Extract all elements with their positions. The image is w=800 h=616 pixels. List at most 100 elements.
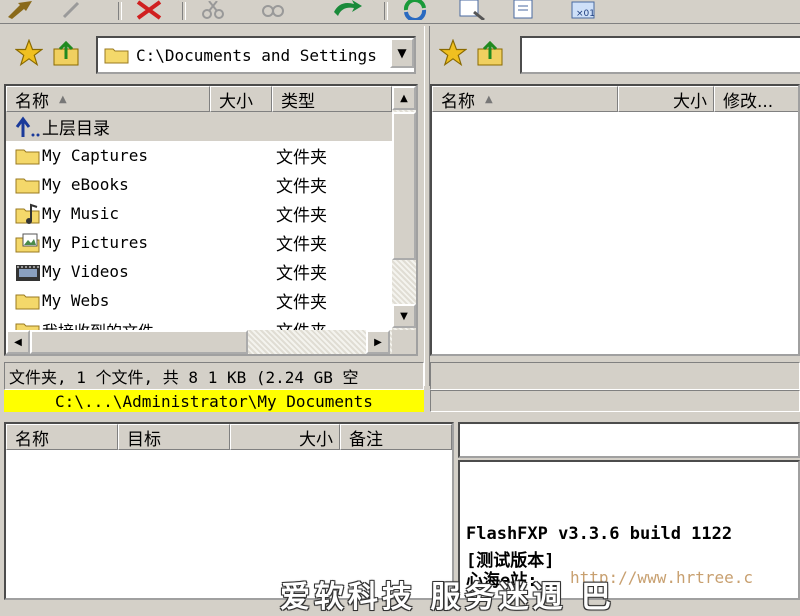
left-col-name[interactable]: 名称 ▲: [6, 86, 210, 112]
item-name: My Captures: [42, 146, 148, 165]
edit-button[interactable]: [506, 0, 540, 20]
star-icon: [15, 39, 43, 67]
left-address-bar: C:\Documents and Settings ▼: [0, 26, 424, 82]
command-input[interactable]: [458, 422, 800, 458]
left-hscroll-thumb[interactable]: [30, 330, 248, 354]
left-status-text: 文件夹, 1 个文件, 共 8 1 KB (2.24 GB 空: [9, 368, 359, 387]
item-name: My Pictures: [42, 233, 148, 252]
item-name: My Videos: [42, 262, 129, 281]
cut-button[interactable]: [196, 0, 230, 20]
list-item[interactable]: My eBooks 文件夹: [6, 170, 392, 199]
magnify-icon: [459, 0, 485, 20]
left-path-dropdown-button[interactable]: ▼: [390, 38, 414, 68]
left-col-name-label: 名称: [15, 91, 49, 112]
folder-icon: [14, 144, 42, 168]
arrow-up-icon: ▲: [400, 92, 408, 104]
folder-up-icon: [53, 40, 79, 66]
list-item[interactable]: My Music 文件夹: [6, 199, 392, 228]
left-vertical-scrollbar[interactable]: ▲ ▼: [392, 86, 416, 330]
document-edit-icon: [513, 0, 533, 19]
folder-icon: [104, 48, 129, 64]
red-x-icon: [136, 0, 162, 20]
scroll-down-button[interactable]: ▼: [392, 304, 416, 328]
queue-col-target-label: 目标: [127, 429, 161, 450]
item-type: 文件夹: [276, 177, 327, 197]
item-name: 我接收到的文件: [42, 318, 154, 331]
queue-col-size-label: 大小: [299, 429, 333, 450]
item-name: My Music: [42, 204, 120, 223]
right-path-combo[interactable]: [520, 36, 800, 74]
list-item[interactable]: My Videos 文件夹: [6, 257, 392, 286]
refresh-button[interactable]: [398, 0, 432, 20]
left-path-text: C:\Documents and Settings: [136, 45, 377, 65]
scroll-left-button[interactable]: ◀: [6, 330, 30, 354]
connect-button[interactable]: [4, 0, 38, 20]
right-col-name-label: 名称: [441, 91, 475, 112]
queue-col-target[interactable]: 目标: [118, 424, 230, 450]
left-scroll-thumb[interactable]: [392, 112, 416, 260]
left-up-button[interactable]: [50, 36, 84, 70]
left-current-path: C:\...\Administrator\My Documents: [4, 390, 424, 412]
view-log-button[interactable]: [456, 0, 490, 20]
right-address-bar: [430, 26, 800, 82]
queue-col-note[interactable]: 备注: [340, 424, 452, 450]
list-item[interactable]: My Captures 文件夹: [6, 141, 392, 170]
list-item[interactable]: 上层目录: [6, 112, 392, 141]
scroll-up-button[interactable]: ▲: [392, 86, 416, 110]
list-item[interactable]: 我接收到的文件 文件夹: [6, 315, 392, 330]
quick-connect-button[interactable]: [56, 0, 90, 20]
right-col-modified[interactable]: 修改...: [714, 86, 798, 112]
item-name: 上层目录: [42, 119, 110, 139]
document-info-icon: ×01: [571, 1, 595, 19]
up-folder-icon: [14, 115, 42, 139]
wand-icon: [62, 1, 80, 19]
queue-col-name-label: 名称: [15, 429, 49, 450]
right-status-bar: [430, 362, 800, 390]
log-line: FlashFXP v3.3.6 build 1122: [466, 524, 733, 544]
scissors-icon: [202, 1, 224, 19]
info-button[interactable]: ×01: [566, 0, 600, 20]
sort-up-icon: ▲: [485, 93, 493, 105]
folder-icon: [14, 289, 42, 313]
transfer-button[interactable]: [330, 0, 364, 20]
right-col-name[interactable]: 名称 ▲: [432, 86, 618, 112]
video-folder-icon: [14, 260, 42, 284]
link-button[interactable]: [256, 0, 290, 20]
green-arrows-icon: [334, 0, 362, 16]
right-col-size-label: 大小: [673, 91, 707, 112]
item-type: 文件夹: [276, 264, 327, 284]
disconnect-button[interactable]: [132, 0, 166, 20]
left-file-list: 名称 ▲ 大小 类型 上层目录 My Captures 文件夹 My eBook…: [4, 84, 418, 356]
queue-col-note-label: 备注: [349, 429, 383, 450]
left-path-combo[interactable]: C:\Documents and Settings ▼: [96, 36, 416, 74]
star-icon: [439, 39, 467, 67]
right-file-list: 名称 ▲ 大小 修改...: [430, 84, 800, 356]
right-up-button[interactable]: [474, 36, 508, 70]
scroll-right-button[interactable]: ▶: [366, 330, 390, 354]
item-name: My eBooks: [42, 175, 129, 194]
queue-col-size[interactable]: 大小: [230, 424, 340, 450]
left-col-size[interactable]: 大小: [210, 86, 272, 112]
arrow-right-icon: ▶: [374, 336, 382, 348]
right-col-size[interactable]: 大小: [618, 86, 714, 112]
item-type: 文件夹: [276, 317, 327, 330]
item-name: My Webs: [42, 291, 110, 310]
left-rows: 上层目录 My Captures 文件夹 My eBooks 文件夹 My Mu…: [6, 112, 392, 330]
right-favorites-button[interactable]: [436, 36, 470, 70]
left-horizontal-scrollbar[interactable]: ◀ ▶: [6, 330, 392, 354]
left-favorites-button[interactable]: [12, 36, 46, 70]
queue-col-name[interactable]: 名称: [6, 424, 118, 450]
music-folder-icon: [14, 202, 42, 226]
refresh-icon: [403, 0, 427, 20]
chevron-down-icon: ▼: [397, 46, 407, 60]
chain-icon: [262, 5, 284, 17]
item-type: 文件夹: [276, 206, 327, 226]
lightning-icon: [8, 1, 32, 19]
list-item[interactable]: My Webs 文件夹: [6, 286, 392, 315]
left-status-bar: 文件夹, 1 个文件, 共 8 1 KB (2.24 GB 空: [4, 362, 424, 390]
left-col-size-label: 大小: [219, 91, 253, 112]
svg-text:×01: ×01: [576, 9, 595, 19]
list-item[interactable]: My Pictures 文件夹: [6, 228, 392, 257]
item-type: 文件夹: [276, 293, 327, 313]
left-col-type[interactable]: 类型: [272, 86, 392, 112]
